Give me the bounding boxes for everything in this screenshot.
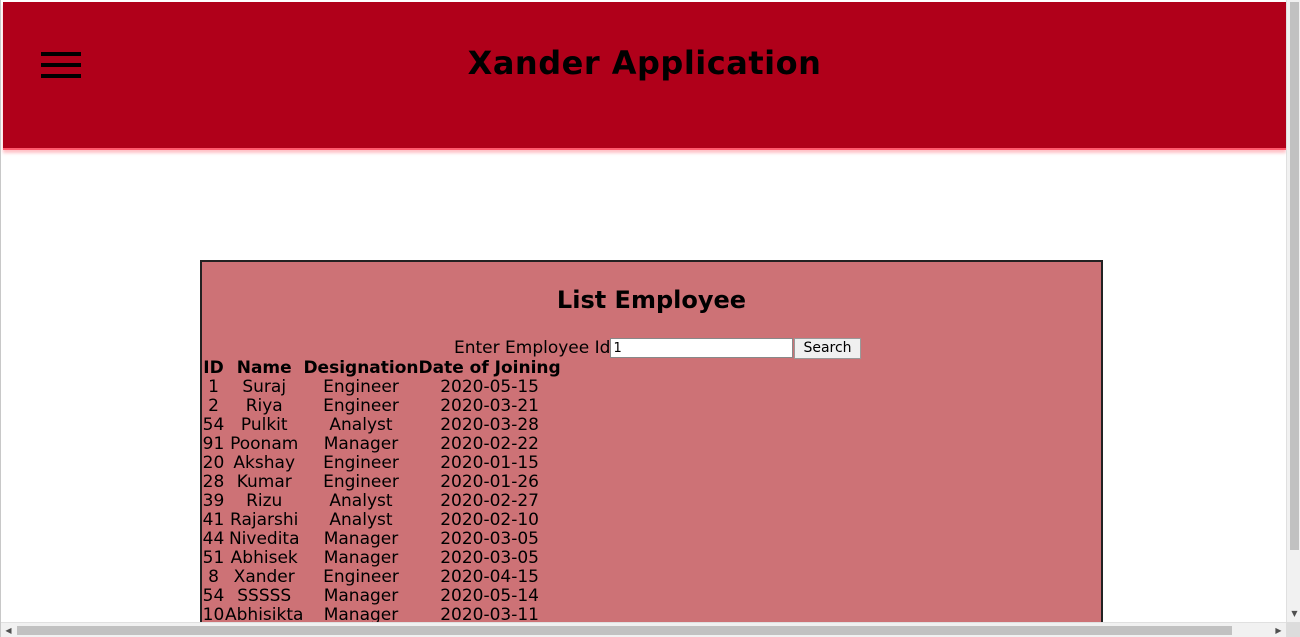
vertical-scroll-thumb[interactable] <box>1290 2 1299 550</box>
column-header-id: ID <box>203 358 224 378</box>
cell-name: Poonam <box>230 434 299 454</box>
cell-name: Rajarshi <box>230 510 299 530</box>
panel-title: List Employee <box>556 286 747 314</box>
cell-name: Kumar <box>236 472 292 492</box>
table-header-row: ID Name Designation Date of Joining <box>202 358 561 378</box>
cell-date: 2020-02-22 <box>440 434 539 454</box>
column-header-date-of-joining: Date of Joining <box>418 358 561 378</box>
scroll-right-arrow-icon[interactable]: ▶ <box>1271 623 1286 637</box>
cell-date: 2020-03-05 <box>440 548 539 568</box>
cell-date: 2020-02-27 <box>440 491 539 511</box>
cell-designation: Analyst <box>329 491 393 511</box>
cell-designation: Engineer <box>323 396 399 416</box>
cell-designation: Analyst <box>329 415 393 435</box>
table-row: 2 Riya Engineer 2020-03-21 <box>202 397 561 416</box>
cell-id: 39 <box>202 491 225 511</box>
search-button[interactable]: Search <box>794 337 861 359</box>
app-header: Xander Application <box>3 2 1286 150</box>
app-title: Xander Application <box>467 44 822 82</box>
table-row: 54 Pulkit Analyst 2020-03-28 <box>202 416 561 435</box>
cell-date: 2020-05-15 <box>440 377 539 397</box>
table-row: 1 Suraj Engineer 2020-05-15 <box>202 378 561 397</box>
horizontal-scrollbar[interactable]: ◀ ▶ <box>1 622 1286 637</box>
list-employee-panel: List Employee Enter Employee Id Search I… <box>200 260 1103 637</box>
cell-id: 20 <box>202 453 225 473</box>
cell-id: 41 <box>202 510 225 530</box>
cell-id: 51 <box>202 548 225 568</box>
employee-id-label: Enter Employee Id <box>454 338 611 358</box>
cell-id: 44 <box>202 529 225 549</box>
cell-designation: Manager <box>323 586 399 606</box>
scroll-down-arrow-icon[interactable]: ▼ <box>1287 606 1300 621</box>
cell-id: 1 <box>208 377 219 397</box>
cell-date: 2020-03-05 <box>440 529 539 549</box>
cell-designation: Manager <box>323 548 399 568</box>
cell-name: Pulkit <box>240 415 288 435</box>
cell-name: SSSSS <box>237 586 292 606</box>
table-row: 51 Abhisek Manager 2020-03-05 <box>202 549 561 568</box>
cell-name: Nivedita <box>228 529 300 549</box>
cell-designation: Manager <box>323 529 399 549</box>
cell-name: Rizu <box>246 491 283 511</box>
table-row: 41 Rajarshi Analyst 2020-02-10 <box>202 511 561 530</box>
table-row: 8 Xander Engineer 2020-04-15 <box>202 568 561 587</box>
browser-viewport: Xander Application List Employee Enter E… <box>0 0 1300 637</box>
scrollbar-corner <box>1286 622 1300 637</box>
cell-id: 28 <box>202 472 225 492</box>
cell-date: 2020-01-26 <box>440 472 539 492</box>
cell-date: 2020-03-28 <box>440 415 539 435</box>
cell-name: Suraj <box>242 377 287 397</box>
cell-date: 2020-04-15 <box>440 567 539 587</box>
table-row: 28 Kumar Engineer 2020-01-26 <box>202 473 561 492</box>
employee-id-input[interactable] <box>610 338 794 358</box>
cell-designation: Engineer <box>323 377 399 397</box>
cell-date: 2020-03-21 <box>440 396 539 416</box>
cell-designation: Engineer <box>323 472 399 492</box>
column-header-name: Name <box>236 358 292 378</box>
cell-designation: Manager <box>323 434 399 454</box>
table-row: 39 Rizu Analyst 2020-02-27 <box>202 492 561 511</box>
cell-id: 54 <box>202 415 225 435</box>
cell-name: Akshay <box>233 453 296 473</box>
table-row: 91 Poonam Manager 2020-02-22 <box>202 435 561 454</box>
cell-date: 2020-05-14 <box>440 586 539 606</box>
column-header-designation: Designation <box>303 358 419 378</box>
cell-designation: Engineer <box>323 567 399 587</box>
table-row: 20 Akshay Engineer 2020-01-15 <box>202 454 561 473</box>
cell-designation: Analyst <box>329 510 393 530</box>
vertical-scrollbar[interactable]: ▲ ▼ <box>1286 0 1300 622</box>
cell-date: 2020-02-10 <box>440 510 539 530</box>
horizontal-scroll-thumb[interactable] <box>17 626 1232 635</box>
employee-table: ID Name Designation Date of Joining 1 Su… <box>202 359 561 625</box>
cell-name: Abhisek <box>230 548 298 568</box>
cell-designation: Engineer <box>323 453 399 473</box>
search-row: Enter Employee Id Search <box>454 337 861 359</box>
cell-date: 2020-01-15 <box>440 453 539 473</box>
scroll-left-arrow-icon[interactable]: ◀ <box>1 623 16 637</box>
cell-name: Xander <box>233 567 295 587</box>
cell-id: 91 <box>202 434 225 454</box>
cell-id: 8 <box>208 567 219 587</box>
table-row: 44 Nivedita Manager 2020-03-05 <box>202 530 561 549</box>
cell-id: 2 <box>208 396 219 416</box>
cell-name: Riya <box>245 396 283 416</box>
cell-id: 54 <box>202 586 225 606</box>
table-row: 54 SSSSS Manager 2020-05-14 <box>202 587 561 606</box>
